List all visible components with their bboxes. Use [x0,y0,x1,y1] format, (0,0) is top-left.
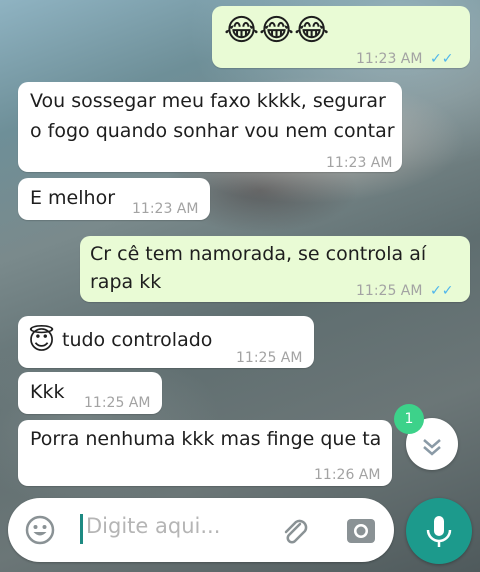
message-time: 11:23 AM [326,155,393,171]
message-time: 11:23 AM [132,201,199,217]
message-input[interactable]: Digite aqui... [86,514,220,538]
message-bubble-incoming[interactable]: Kkk 11:25 AM [18,372,162,414]
voice-record-button[interactable] [406,498,472,564]
message-bubble-incoming[interactable]: Porra nenhuma kkk mas finge que ta 11:26… [18,420,392,486]
message-text: Vou sossegar meu faxo kkkk, segurar [30,90,386,112]
text-cursor [80,514,83,544]
message-emoji: 😂😂😂 [224,13,330,48]
message-text: Kkk [30,381,65,403]
message-text: E melhor [30,187,115,209]
message-text: rapa kk [90,271,162,293]
message-text: Porra nenhuma kkk mas finge que ta [30,428,382,450]
message-bubble-incoming[interactable]: E melhor 11:23 AM [18,178,210,220]
message-bubble-incoming[interactable]: 😇 tudo controlado 11:25 AM [18,316,314,368]
camera-icon[interactable] [344,514,378,546]
message-text: tudo controlado [62,329,213,351]
message-time: 11:25 AM [236,350,303,366]
message-time: 11:23 AM [356,51,423,67]
message-bubble-incoming[interactable]: Vou sossegar meu faxo kkkk, segurar o fo… [18,82,402,172]
microphone-icon [426,516,452,547]
paperclip-icon[interactable] [278,514,312,548]
angel-emoji: 😇 [28,326,56,356]
message-text: o fogo quando sonhar vou nem contar [30,120,395,142]
message-time: 11:26 AM [314,467,381,483]
emoji-icon[interactable] [24,514,56,546]
read-receipt-icon: ✓✓ [430,51,454,67]
message-bubble-outgoing[interactable]: 😂😂😂 11:23 AM ✓✓ [212,6,470,68]
message-text: Cr cê tem namorada, se controla aí [90,243,427,265]
message-composer[interactable]: Digite aqui... [8,498,394,562]
message-time: 11:25 AM [356,283,423,299]
read-receipt-icon: ✓✓ [430,283,454,299]
message-bubble-outgoing[interactable]: Cr cê tem namorada, se controla aí rapa … [80,236,470,302]
unread-count-badge: 1 [394,404,424,434]
message-time: 11:25 AM [84,395,151,411]
